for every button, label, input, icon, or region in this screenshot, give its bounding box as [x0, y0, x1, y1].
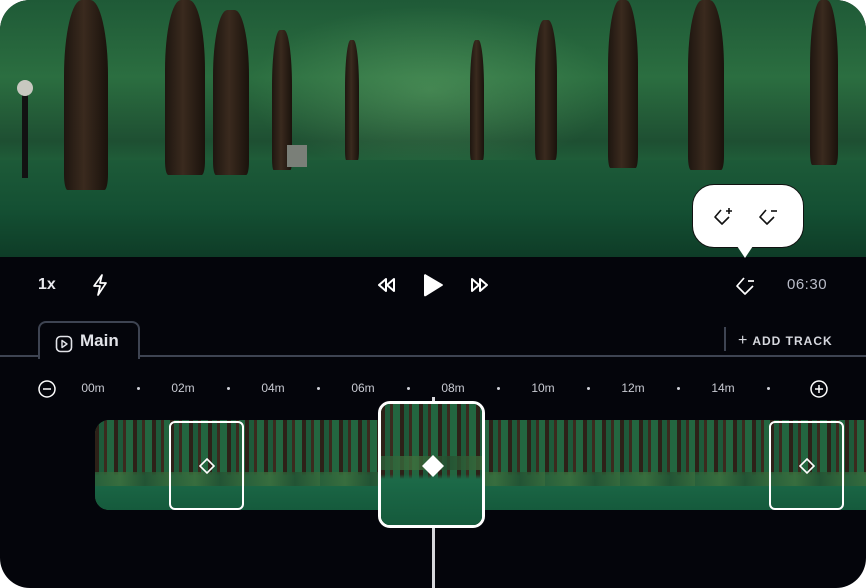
ruler-tick: 04m [261, 381, 285, 395]
filmstrip-frame [545, 420, 620, 510]
ruler-dot [317, 387, 320, 390]
keyframe-marker-selected[interactable] [378, 401, 485, 528]
tree-trunk [345, 40, 359, 160]
keyframe-diamond-icon [799, 458, 815, 474]
ruler-dot [587, 387, 590, 390]
current-time: 06:30 [787, 276, 828, 293]
tree-trunk [64, 0, 108, 190]
filmstrip-frame [695, 420, 770, 510]
video-editor: 1x 06:30 Main + ADD TRACK 00m 02m 04m 06m [0, 0, 866, 588]
zoom-out-icon[interactable] [37, 379, 57, 399]
tree-trunk [608, 0, 638, 168]
keyframe-marker[interactable] [769, 421, 844, 510]
statue [287, 145, 307, 167]
play-icon[interactable] [421, 271, 445, 299]
tree-trunk [213, 10, 249, 175]
keyframe-diamond-icon [199, 458, 215, 474]
add-keyframe-icon[interactable] [712, 205, 736, 229]
zoom-in-icon[interactable] [809, 379, 829, 399]
filmstrip-frame [95, 420, 170, 510]
ruler-dot [407, 387, 410, 390]
keyframe-popup [692, 184, 804, 258]
ruler-dot [677, 387, 680, 390]
lightning-bolt-icon[interactable] [89, 273, 111, 297]
filmstrip-frame [245, 420, 320, 510]
ruler-dot [137, 387, 140, 390]
tab-main-label: Main [80, 331, 119, 350]
ruler-tick: 10m [531, 381, 555, 395]
ruler-tick: 00m [81, 381, 105, 395]
ruler-dot [227, 387, 230, 390]
tab-main[interactable]: Main [38, 321, 140, 359]
ruler-tick: 06m [351, 381, 375, 395]
tree-trunk [535, 20, 557, 160]
rewind-icon[interactable] [376, 277, 398, 293]
video-icon [55, 335, 73, 353]
fast-forward-icon[interactable] [468, 277, 490, 293]
ruler-dot [497, 387, 500, 390]
add-track-label: ADD TRACK [752, 334, 833, 348]
playback-speed-button[interactable]: 1x [38, 276, 56, 294]
ruler-tick: 14m [711, 381, 735, 395]
add-track-button[interactable]: + ADD TRACK [738, 332, 833, 350]
tree-trunk [688, 0, 724, 170]
remove-keyframe-icon[interactable] [757, 205, 781, 229]
filmstrip-frame [845, 420, 866, 510]
ruler-tick: 02m [171, 381, 195, 395]
tree-trunk [810, 0, 838, 165]
filmstrip-frame [620, 420, 695, 510]
ruler-tick: 08m [441, 381, 465, 395]
keyframe-diamond-filled-icon [422, 455, 444, 477]
keyframe-marker[interactable] [169, 421, 244, 510]
tree-trunk [165, 0, 205, 175]
add-track-separator [724, 327, 726, 351]
plus-icon: + [738, 332, 749, 349]
ruler-tick: 12m [621, 381, 645, 395]
playhead-line[interactable] [432, 527, 435, 588]
ruler-dot [767, 387, 770, 390]
tree-trunk [470, 40, 484, 160]
lamp-post [17, 80, 33, 178]
keyframe-icon[interactable] [734, 274, 758, 298]
